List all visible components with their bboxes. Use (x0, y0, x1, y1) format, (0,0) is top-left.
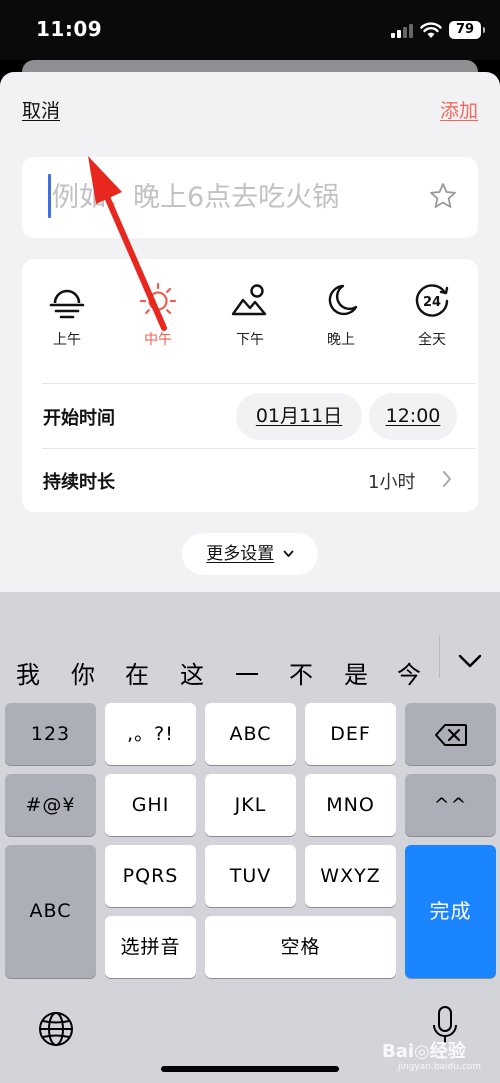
sunrise-icon (49, 289, 85, 319)
key-abc[interactable]: ABC (205, 703, 296, 765)
start-time-button[interactable]: 12:00 (369, 393, 457, 440)
period-afternoon[interactable]: 下午 (218, 281, 282, 363)
period-label: 晚上 (327, 332, 355, 348)
period-selector: 上午 中午 下午 晚上 24 全天 (22, 281, 478, 363)
chevron-down-icon (283, 550, 294, 557)
moon-icon (328, 284, 358, 316)
key-mno[interactable]: MNO (305, 774, 396, 836)
start-date-button[interactable]: 01月11日 (236, 393, 362, 440)
status-bar: 11:09 79 (0, 0, 500, 60)
candidate-separator (439, 636, 440, 678)
cellular-signal-icon (391, 24, 413, 38)
24-hour-icon: 24 (415, 284, 449, 317)
key-symbols[interactable]: #@¥ (5, 774, 96, 836)
status-time: 11:09 (36, 17, 103, 41)
done-key[interactable]: 完成 (405, 845, 496, 978)
divider (42, 448, 476, 449)
key-punctuation[interactable]: ,。?! (105, 703, 196, 765)
candidate-word[interactable]: 你 (71, 655, 95, 690)
text-cursor (48, 174, 51, 218)
star-icon[interactable] (428, 181, 458, 211)
period-label: 上午 (53, 332, 81, 348)
candidate-overflow: 今天 (397, 638, 439, 698)
key-tuv[interactable]: TUV (205, 845, 296, 907)
time-settings-card: 上午 中午 下午 晚上 24 全天 开始时间 01月11日 12:00 持续时长… (22, 259, 478, 512)
watermark-url: jingyan.baidu.com (398, 1062, 482, 1072)
backspace-key[interactable] (405, 703, 496, 765)
period-label: 全天 (418, 332, 446, 348)
key-emoticon[interactable]: ^^ (405, 774, 496, 836)
chevron-right-icon (443, 471, 451, 487)
duration-value[interactable]: 1小时 (368, 468, 415, 494)
candidate-word[interactable]: 不 (289, 655, 313, 690)
start-time-label: 开始时间 (43, 408, 115, 429)
sun-mountain-icon (231, 284, 267, 316)
svg-text:24: 24 (423, 295, 441, 310)
ime-keyboard: 我 你 在 这 一 不 是 今天 123 ,。?! ABC DEF #@¥ GH… (0, 592, 500, 1083)
cancel-button[interactable]: 取消 (22, 96, 60, 123)
candidate-bar: 我 你 在 这 一 不 是 今天 (0, 638, 500, 698)
wifi-icon (420, 22, 442, 38)
key-jkl[interactable]: JKL (205, 774, 296, 836)
candidate-word[interactable]: 这 (180, 655, 204, 690)
key-select-pinyin[interactable]: 选拼音 (105, 916, 196, 978)
period-noon[interactable]: 中午 (126, 281, 190, 363)
home-indicator[interactable] (161, 1066, 339, 1072)
candidate-word[interactable]: 是 (344, 655, 368, 690)
watermark-logo: Bai◎经验 (382, 1041, 466, 1062)
key-wxyz[interactable]: WXYZ (305, 845, 396, 907)
period-label: 下午 (236, 332, 264, 348)
period-morning[interactable]: 上午 (35, 281, 99, 363)
key-def[interactable]: DEF (305, 703, 396, 765)
candidate-word[interactable]: 在 (125, 655, 149, 690)
candidate-word[interactable]: 我 (16, 655, 40, 690)
chevron-down-icon[interactable] (458, 654, 482, 668)
globe-icon[interactable] (37, 1010, 75, 1048)
add-button[interactable]: 添加 (440, 96, 478, 123)
candidate-word[interactable]: 今天 (397, 655, 439, 698)
key-123[interactable]: 123 (5, 703, 96, 765)
duration-label: 持续时长 (43, 472, 115, 493)
candidate-word[interactable]: 一 (235, 655, 259, 690)
space-key[interactable]: 空格 (205, 916, 396, 978)
schedule-title-input[interactable] (52, 171, 422, 223)
period-all-day[interactable]: 24 全天 (400, 281, 464, 363)
battery-indicator: 79 (449, 21, 485, 39)
sun-icon (139, 282, 177, 320)
key-ghi[interactable]: GHI (105, 774, 196, 836)
period-label: 中午 (144, 332, 172, 348)
key-pqrs[interactable]: PQRS (105, 845, 196, 907)
backspace-icon (434, 723, 467, 746)
more-settings-button[interactable]: 更多设置 (182, 533, 318, 575)
divider (42, 383, 476, 384)
period-evening[interactable]: 晚上 (309, 281, 373, 363)
key-abc-switch[interactable]: ABC (5, 845, 96, 978)
title-input-card (22, 157, 478, 238)
